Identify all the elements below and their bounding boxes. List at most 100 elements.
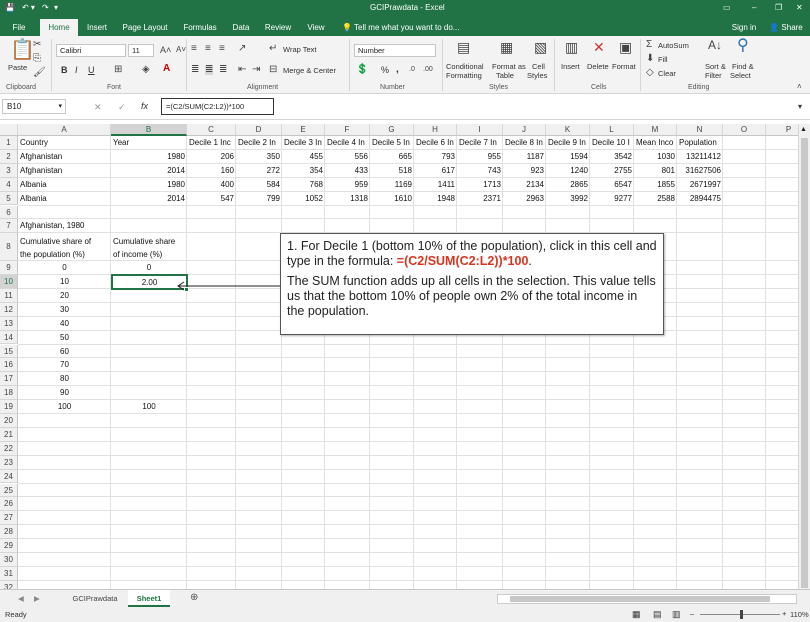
tab-formulas[interactable]: Formulas bbox=[180, 19, 220, 36]
cell-m4[interactable]: 1855 bbox=[636, 178, 675, 192]
cell-c5[interactable]: 547 bbox=[189, 192, 234, 206]
cell-b2[interactable]: 1980 bbox=[113, 150, 185, 164]
column-header-h[interactable]: H bbox=[414, 124, 457, 136]
conditional-formatting-label-1[interactable]: Conditional bbox=[446, 62, 484, 71]
percent-button[interactable]: % bbox=[381, 65, 389, 75]
column-header-k[interactable]: K bbox=[546, 124, 590, 136]
insert-function-icon[interactable]: fx bbox=[141, 101, 148, 111]
align-center-icon[interactable]: ≣ bbox=[205, 65, 214, 75]
row-header-25[interactable]: 25 bbox=[0, 483, 18, 498]
select-all-corner[interactable] bbox=[0, 124, 18, 136]
copy-icon[interactable]: ⎘ bbox=[33, 54, 41, 64]
accounting-icon[interactable]: 💲 bbox=[356, 65, 368, 75]
font-size-dropdown[interactable]: 11 bbox=[128, 44, 154, 57]
cell-styles-label-2[interactable]: Styles bbox=[527, 71, 547, 80]
tab-data[interactable]: Data bbox=[228, 19, 254, 36]
cell-k3[interactable]: 1240 bbox=[548, 164, 588, 178]
row-header-21[interactable]: 21 bbox=[0, 427, 18, 442]
find-select-label-2[interactable]: Select bbox=[730, 71, 751, 80]
add-sheet-icon[interactable]: ⊕ bbox=[190, 592, 198, 603]
zoom-level[interactable]: 110% bbox=[790, 610, 809, 619]
row-header-20[interactable]: 20 bbox=[0, 414, 18, 428]
scroll-thumb[interactable] bbox=[801, 138, 808, 588]
underline-button[interactable]: U bbox=[88, 65, 95, 75]
cell-j3[interactable]: 923 bbox=[505, 164, 544, 178]
row-header-24[interactable]: 24 bbox=[0, 469, 18, 484]
cell-m5[interactable]: 2588 bbox=[636, 192, 675, 206]
row-header-22[interactable]: 22 bbox=[0, 441, 18, 456]
cell-i2[interactable]: 955 bbox=[459, 150, 501, 164]
tab-home[interactable]: Home bbox=[40, 19, 78, 36]
cell-e5[interactable]: 1052 bbox=[284, 192, 323, 206]
cell-j1[interactable]: Decile 8 In bbox=[505, 136, 544, 150]
row-header-30[interactable]: 30 bbox=[0, 553, 18, 567]
row-header-1[interactable]: 1 bbox=[0, 136, 18, 150]
italic-button[interactable]: I bbox=[75, 65, 78, 75]
tab-insert[interactable]: Insert bbox=[82, 19, 112, 36]
format-painter-icon[interactable]: 🖌 bbox=[33, 68, 46, 78]
cell-l4[interactable]: 6547 bbox=[592, 178, 632, 192]
save-icon[interactable]: 💾 bbox=[5, 3, 15, 12]
cell-m1[interactable]: Mean Inco bbox=[636, 136, 675, 150]
page-layout-view-icon[interactable]: ▤ bbox=[653, 609, 662, 620]
number-format-dropdown[interactable]: Number bbox=[354, 44, 436, 57]
sign-in-link[interactable]: Sign in bbox=[728, 19, 760, 36]
cell-a4[interactable]: Albania bbox=[20, 178, 109, 192]
cell-g1[interactable]: Decile 5 In bbox=[372, 136, 412, 150]
comma-button[interactable]: , bbox=[396, 64, 399, 75]
cell-d5[interactable]: 799 bbox=[238, 192, 280, 206]
sheet-tab-gciprawdata[interactable]: GCIPrawdata bbox=[62, 590, 128, 607]
row-header-13[interactable]: 13 bbox=[0, 316, 18, 331]
cell-d4[interactable]: 584 bbox=[238, 178, 280, 192]
row-header-5[interactable]: 5 bbox=[0, 191, 18, 206]
row-header-32[interactable]: 32 bbox=[0, 580, 18, 589]
column-header-p[interactable]: P bbox=[766, 124, 798, 136]
row-header-16[interactable]: 16 bbox=[0, 358, 18, 373]
cell-l2[interactable]: 3542 bbox=[592, 150, 632, 164]
cell-a11[interactable]: 20 bbox=[20, 289, 109, 303]
sort-filter-label-1[interactable]: Sort & bbox=[705, 62, 726, 71]
row-header-14[interactable]: 14 bbox=[0, 330, 18, 345]
column-header-l[interactable]: L bbox=[590, 124, 634, 136]
worksheet-grid[interactable]: ABCDEFGHIJKLMNOP 1 2 3 4 5 6 7 8 9 10 11 12 13 14 15 16… bbox=[0, 124, 798, 589]
row-header-3[interactable]: 3 bbox=[0, 163, 18, 178]
cell-a12[interactable]: 30 bbox=[20, 303, 109, 317]
cell-l3[interactable]: 2755 bbox=[592, 164, 632, 178]
cell-k5[interactable]: 3992 bbox=[548, 192, 588, 206]
row-header-6[interactable]: 6 bbox=[0, 205, 18, 220]
cancel-entry-icon[interactable]: ✕ bbox=[94, 102, 102, 113]
column-header-n[interactable]: N bbox=[677, 124, 723, 136]
row-header-19[interactable]: 19 bbox=[0, 400, 18, 414]
cell-m2[interactable]: 1030 bbox=[636, 150, 675, 164]
row-header-18[interactable]: 18 bbox=[0, 386, 18, 401]
grow-font-icon[interactable]: A˄ bbox=[160, 45, 171, 55]
decrease-decimal-icon[interactable]: .00 bbox=[423, 65, 433, 75]
cell-h2[interactable]: 793 bbox=[416, 150, 455, 164]
cell-f4[interactable]: 959 bbox=[327, 178, 368, 192]
zoom-in-icon[interactable]: + bbox=[782, 609, 786, 618]
cell-a13[interactable]: 40 bbox=[20, 317, 109, 331]
cell-d3[interactable]: 272 bbox=[238, 164, 280, 178]
cell-b3[interactable]: 2014 bbox=[113, 164, 185, 178]
cell-n4[interactable]: 2671997 bbox=[679, 178, 721, 192]
cell-d2[interactable]: 350 bbox=[238, 150, 280, 164]
tab-file[interactable]: File bbox=[6, 19, 32, 36]
find-select-label-1[interactable]: Find & bbox=[732, 62, 754, 71]
cut-icon[interactable]: ✂ bbox=[33, 40, 41, 50]
middle-align-icon[interactable]: ≡ bbox=[205, 44, 211, 54]
paste-button[interactable]: Paste bbox=[8, 63, 27, 72]
row-header-10[interactable]: 10 bbox=[0, 275, 18, 289]
cell-b4[interactable]: 1980 bbox=[113, 178, 185, 192]
cell-h5[interactable]: 1948 bbox=[416, 192, 455, 206]
cell-j4[interactable]: 2134 bbox=[505, 178, 544, 192]
column-header-i[interactable]: I bbox=[457, 124, 503, 136]
row-header-15[interactable]: 15 bbox=[0, 344, 18, 359]
cell-a14[interactable]: 50 bbox=[20, 331, 109, 345]
cell-a17[interactable]: 80 bbox=[20, 372, 109, 386]
cell-f5[interactable]: 1318 bbox=[327, 192, 368, 206]
cell-n5[interactable]: 2894475 bbox=[679, 192, 721, 206]
borders-icon[interactable]: ⊞ bbox=[114, 65, 122, 75]
tell-me-search[interactable]: 💡 Tell me what you want to do... bbox=[342, 19, 472, 36]
row-header-23[interactable]: 23 bbox=[0, 455, 18, 470]
row-header-8[interactable]: 8 bbox=[0, 233, 18, 262]
